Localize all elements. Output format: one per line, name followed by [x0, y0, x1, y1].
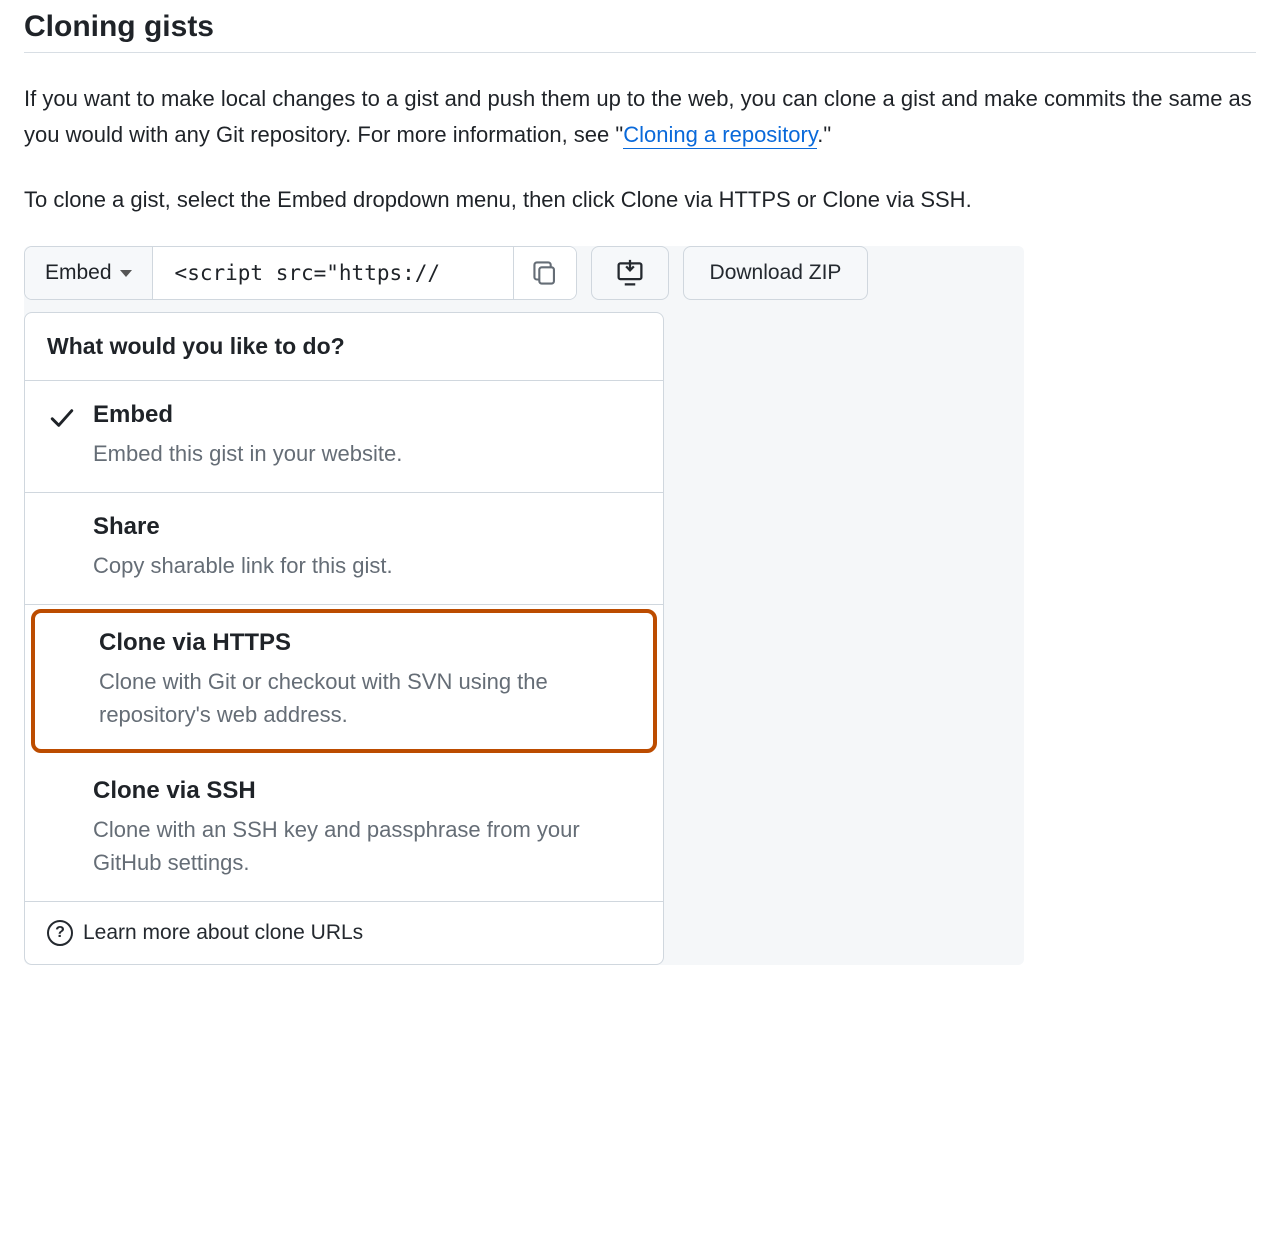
dropdown-item-title: Clone via HTTPS: [99, 629, 635, 657]
dropdown-item-desc: Clone with an SSH key and passphrase fro…: [93, 813, 641, 879]
dropdown-header: What would you like to do?: [25, 313, 663, 381]
dropdown-footer-label: Learn more about clone URLs: [83, 921, 363, 945]
dropdown-item-title: Embed: [93, 401, 641, 429]
dropdown-item-clone-https[interactable]: Clone via HTTPS Clone with Git or checko…: [31, 609, 657, 753]
download-zip-label: Download ZIP: [710, 261, 842, 285]
dropdown-learn-more[interactable]: ? Learn more about clone URLs: [25, 902, 663, 964]
open-desktop-button[interactable]: [591, 246, 669, 300]
dropdown-item-embed[interactable]: Embed Embed this gist in your website.: [25, 381, 663, 493]
copy-button[interactable]: [513, 247, 576, 299]
caret-down-icon: [120, 270, 132, 277]
check-placeholder: [53, 629, 83, 633]
section-heading: Cloning gists: [24, 10, 1256, 53]
dropdown-item-desc: Copy sharable link for this gist.: [93, 549, 641, 582]
download-zip-button[interactable]: Download ZIP: [683, 246, 869, 300]
dropdown-item-share[interactable]: Share Copy sharable link for this gist.: [25, 493, 663, 605]
dropdown-item-desc: Embed this gist in your website.: [93, 437, 641, 470]
dropdown-item-title: Share: [93, 513, 641, 541]
check-placeholder: [47, 513, 77, 517]
desktop-download-icon: [616, 259, 644, 287]
check-placeholder: [47, 777, 77, 781]
embed-dropdown-label: Embed: [45, 261, 112, 285]
embed-dropdown-panel: What would you like to do? Embed Embed t…: [24, 312, 664, 965]
para1-post: .": [817, 122, 831, 147]
cloning-repo-link[interactable]: Cloning a repository: [623, 122, 817, 149]
gist-toolbar: Embed <script src="https:// Download ZIP: [24, 246, 1024, 300]
check-icon: [47, 401, 77, 431]
dropdown-item-title: Clone via SSH: [93, 777, 641, 805]
embed-snippet-segment: Embed <script src="https://: [24, 246, 577, 300]
copy-icon: [532, 260, 558, 286]
embed-snippet-text: <script src="https://: [153, 247, 513, 299]
intro-paragraph-1: If you want to make local changes to a g…: [24, 81, 1256, 154]
embed-dropdown-button[interactable]: Embed: [25, 247, 153, 299]
question-icon: ?: [47, 920, 73, 946]
intro-paragraph-2: To clone a gist, select the Embed dropdo…: [24, 182, 1256, 218]
gist-toolbar-illustration: Embed <script src="https:// Download ZIP: [24, 246, 1024, 965]
dropdown-item-desc: Clone with Git or checkout with SVN usin…: [99, 665, 635, 731]
dropdown-item-clone-ssh[interactable]: Clone via SSH Clone with an SSH key and …: [25, 757, 663, 902]
